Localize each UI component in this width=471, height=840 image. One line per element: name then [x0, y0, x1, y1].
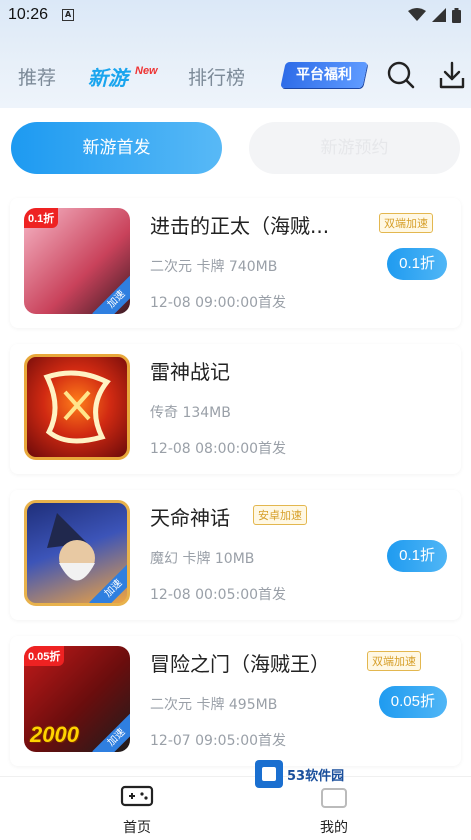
game-meta: 魔幻 卡牌 10MB: [150, 551, 255, 567]
discount-button[interactable]: 0.1折: [387, 540, 447, 572]
platform-welfare-button[interactable]: 平台福利: [280, 62, 368, 88]
speed-badge: 双端加速: [367, 651, 421, 671]
game-meta: 传奇 134MB: [150, 405, 231, 421]
tab-home-label: 首页: [123, 820, 151, 836]
search-button[interactable]: [386, 60, 416, 90]
gamepad-icon: [120, 785, 154, 807]
tab-new-games[interactable]: 新游: [88, 62, 128, 91]
discount-button[interactable]: 0.1折: [387, 248, 447, 280]
game-thumbnail: [24, 354, 130, 460]
watermark: 53软件园: [255, 760, 344, 788]
release-date: 12-08 08:00:00首发: [150, 441, 287, 457]
status-bar: 10:26 A: [0, 0, 471, 30]
game-meta: 二次元 卡牌 495MB: [150, 697, 278, 713]
release-date: 12-07 09:05:00首发: [150, 733, 287, 749]
game-thumbnail: 0.1折 加速: [24, 208, 130, 314]
bottom-tab-bar: 首页 我的: [0, 776, 471, 840]
tab-ranking[interactable]: 排行榜: [188, 63, 245, 90]
status-time: 10:26: [8, 6, 49, 23]
new-reservation-tab[interactable]: 新游预约: [249, 122, 460, 174]
thumbnail-2000-tag: 2000: [30, 722, 79, 747]
game-thumbnail: 加速: [24, 500, 130, 606]
game-title: 天命神话: [150, 506, 230, 530]
game-meta: 二次元 卡牌 740MB: [150, 259, 278, 275]
download-button[interactable]: [438, 60, 468, 90]
game-card[interactable]: 0.05折 2000 加速 冒险之门（海贼王） 双端加速 二次元 卡牌 495M…: [10, 636, 461, 766]
segment-control: 新游首发 新游预约: [0, 122, 471, 176]
game-card[interactable]: 雷神战记 传奇 134MB 12-08 08:00:00首发: [10, 344, 461, 474]
platform-welfare-label: 平台福利: [296, 67, 352, 83]
game-thumbnail: 0.05折 2000 加速: [24, 646, 130, 752]
thumbnail-discount-tag: 0.1折: [24, 208, 59, 228]
signal-icon: [432, 8, 446, 22]
thumbnail-speed-tag: 加速: [92, 713, 130, 752]
search-icon: [387, 61, 415, 89]
new-release-tab[interactable]: 新游首发: [11, 122, 222, 174]
download-icon: [439, 61, 465, 89]
tab-home[interactable]: 首页: [97, 783, 177, 837]
release-date: 12-08 00:05:00首发: [150, 587, 287, 603]
release-date: 12-08 09:00:00首发: [150, 295, 287, 311]
watermark-text: 53软件园: [287, 768, 345, 784]
discount-button[interactable]: 0.05折: [378, 686, 447, 718]
speed-badge: 安卓加速: [253, 505, 307, 525]
game-title: 冒险之门（海贼王）: [150, 652, 330, 676]
game-card[interactable]: 加速 天命神话 安卓加速 魔幻 卡牌 10MB 12-08 00:05:00首发…: [10, 490, 461, 620]
game-title: 进击的正太（海贼...: [150, 214, 330, 238]
watermark-logo-icon: [255, 760, 283, 788]
wifi-icon: [408, 8, 426, 21]
battery-icon: [452, 7, 461, 23]
thumbnail-discount-tag: 0.05折: [24, 646, 65, 666]
status-icons: [408, 7, 461, 23]
speed-badge: 双端加速: [379, 213, 433, 233]
legend-logo-icon: [43, 370, 111, 444]
game-card[interactable]: 0.1折 加速 进击的正太（海贼... 双端加速 二次元 卡牌 740MB 12…: [10, 198, 461, 328]
new-tag: New: [135, 65, 158, 77]
tab-mine[interactable]: 我的: [294, 783, 374, 837]
game-title: 雷神战记: [150, 360, 230, 384]
tab-mine-label: 我的: [320, 820, 348, 836]
tab-recommend[interactable]: 推荐: [18, 63, 56, 90]
notification-icon: A: [62, 9, 75, 21]
thumbnail-speed-tag: 加速: [92, 275, 130, 314]
